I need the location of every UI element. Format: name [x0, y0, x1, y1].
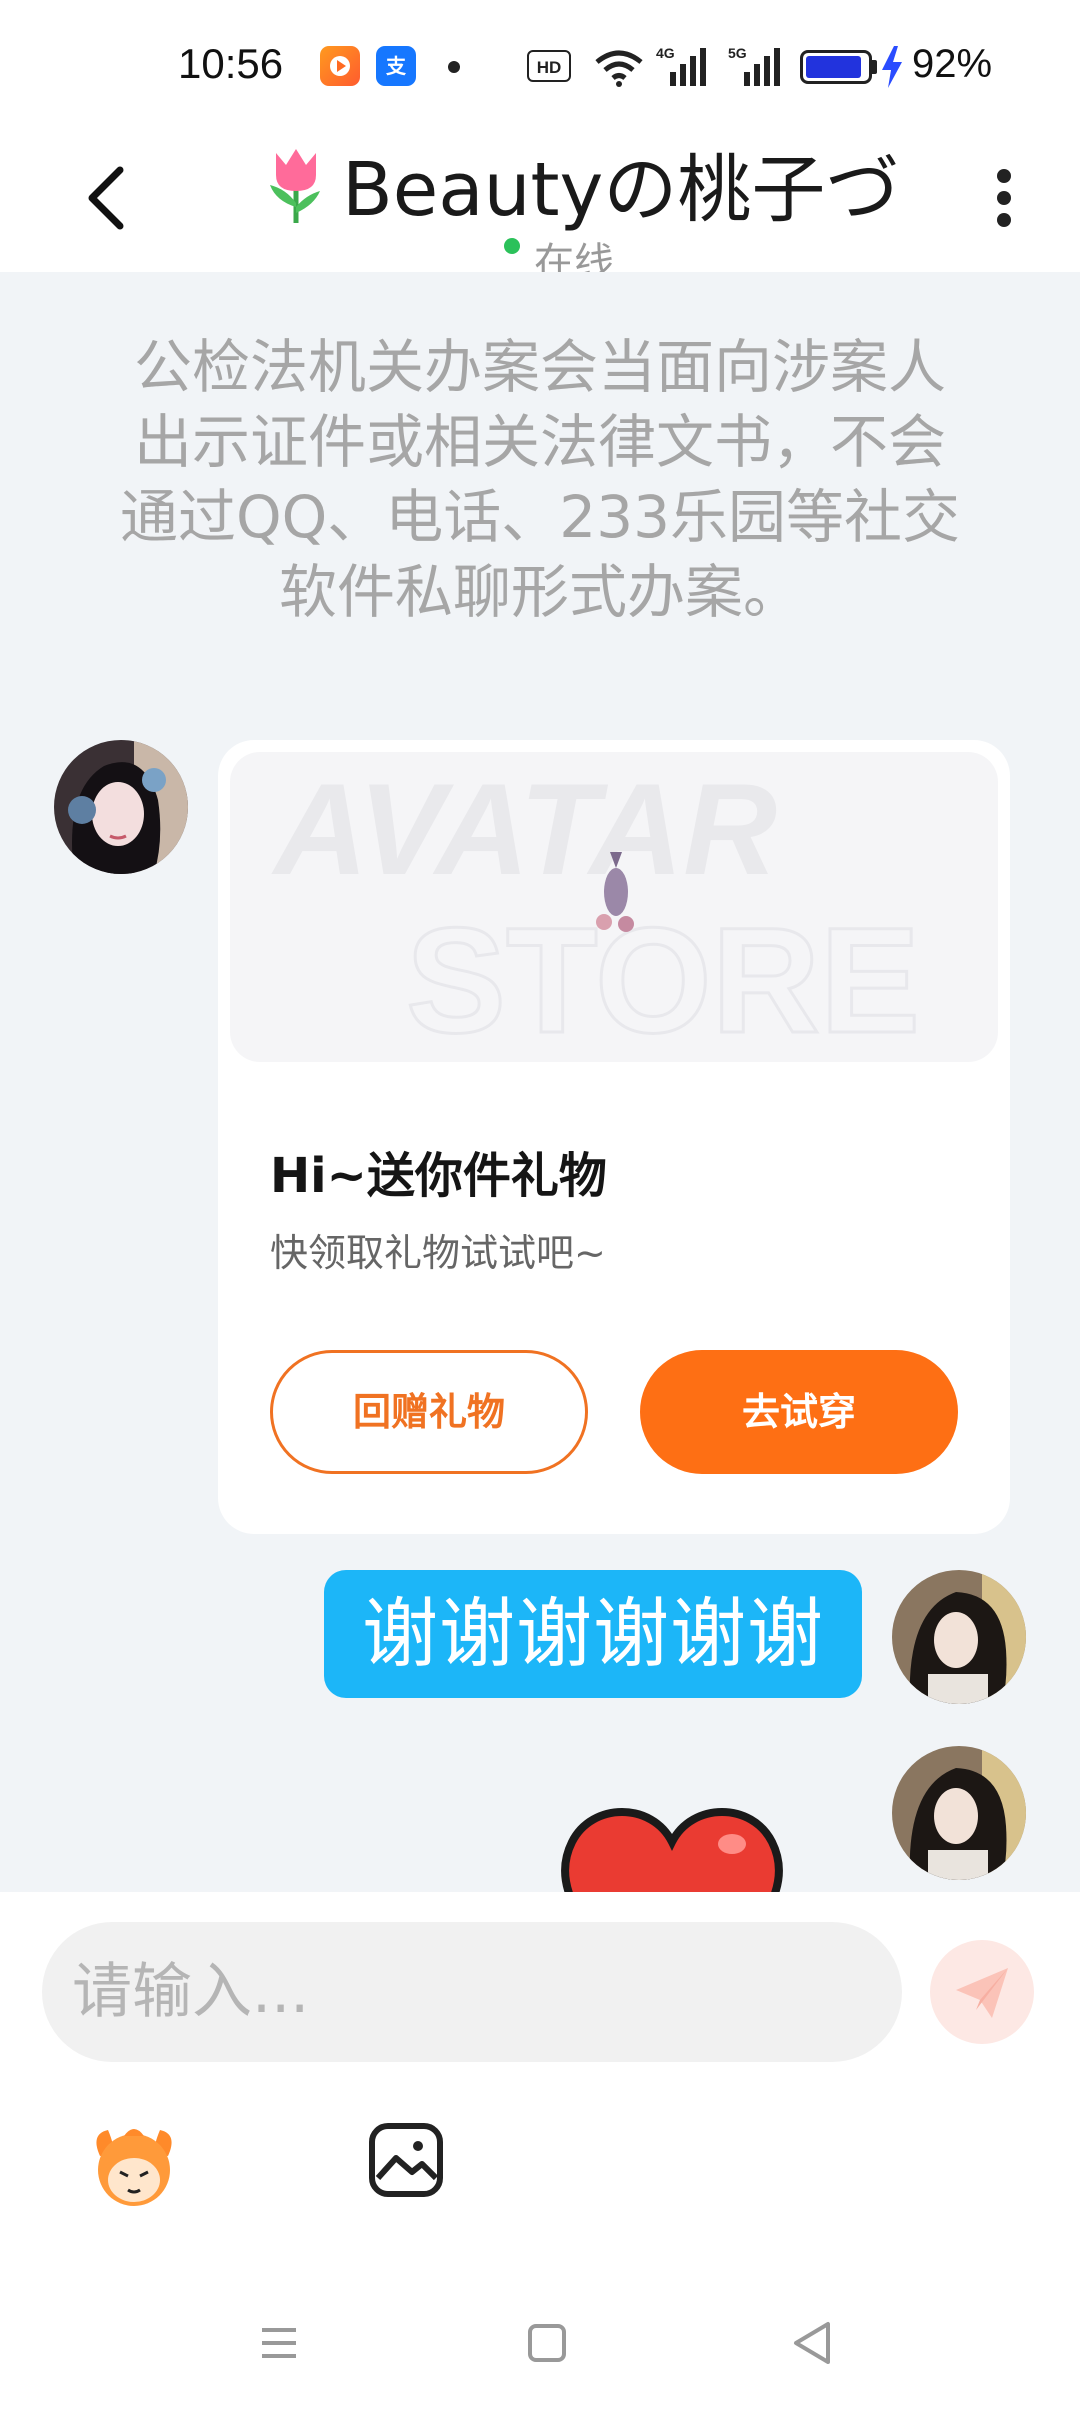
home-icon[interactable] [512, 2308, 582, 2378]
safety-notice: 公检法机关办案会当面向涉案人出示证件或相关法律文书，不会通过QQ、电话、233乐… [119, 333, 960, 626]
status-time: 10:56 [178, 40, 284, 87]
status-bar: 10:56 支 HD 4G 5G 92% [0, 0, 1080, 136]
emoji-button[interactable] [84, 2114, 184, 2214]
svg-text:4G: 4G [656, 45, 675, 61]
more-options-button[interactable] [976, 158, 1032, 238]
message-input[interactable] [42, 1922, 902, 2062]
my-avatar[interactable] [892, 1746, 1026, 1880]
avatar-watermark-line1: AVATAR [271, 756, 777, 902]
image-icon [369, 2123, 443, 2197]
image-button[interactable] [366, 2120, 446, 2200]
my-avatar[interactable] [892, 1570, 1026, 1704]
contact-avatar[interactable] [54, 740, 188, 874]
send-icon [956, 1968, 1008, 2018]
charging-icon [882, 46, 902, 88]
battery-icon [800, 50, 872, 84]
menu-icon[interactable] [244, 2308, 314, 2378]
signal-5g-icon: 5G [728, 45, 780, 86]
svg-text:5G: 5G [728, 45, 747, 61]
avatar-watermark-line2: STORE [406, 896, 920, 1062]
chat-area[interactable]: 公检法机关办案会当面向涉案人出示证件或相关法律文书，不会通过QQ、电话、233乐… [0, 272, 1080, 1892]
notification-dot [448, 61, 460, 73]
system-nav-bar [0, 2280, 1080, 2412]
heart-sticker[interactable] [552, 1802, 792, 1892]
send-button[interactable] [930, 1940, 1034, 2044]
try-on-button[interactable]: 去试穿 [640, 1350, 958, 1474]
mascot-emoji-icon [96, 2129, 172, 2206]
gift-image[interactable]: AVATAR STORE [230, 752, 998, 1062]
alipay-icon: 支 [376, 46, 416, 86]
online-status: 在线 [534, 240, 614, 272]
signal-4g-icon: 4G [656, 45, 706, 86]
online-dot [504, 238, 520, 254]
video-app-icon [320, 46, 360, 86]
hd-voice-icon: HD [527, 50, 571, 82]
tulip-icon [270, 149, 320, 223]
back-button[interactable] [76, 158, 136, 238]
my-message-bubble[interactable]: 谢谢谢谢谢谢 [324, 1570, 862, 1698]
gift-subtitle: 快领取礼物试试吧~ [270, 1231, 606, 1275]
more-vertical-icon [997, 169, 1011, 227]
battery-tip [872, 60, 877, 74]
return-gift-button[interactable]: 回赠礼物 [270, 1350, 588, 1474]
battery-percent: 92% [912, 42, 993, 86]
back-nav-icon[interactable] [778, 2308, 848, 2378]
gift-card: AVATAR STORE Hi~送你件礼物 快领取礼物试试吧~ 回赠礼物 去试穿 [218, 740, 1010, 1534]
gift-title: Hi~送你件礼物 [270, 1148, 607, 1204]
title-text: Beautyの桃子づ [342, 147, 900, 233]
chevron-left-icon [88, 166, 124, 230]
chat-header: Beautyの桃子づ 在线 [0, 120, 1080, 272]
page-title: Beautyの桃子づ [256, 130, 956, 237]
wifi-icon [595, 50, 643, 87]
